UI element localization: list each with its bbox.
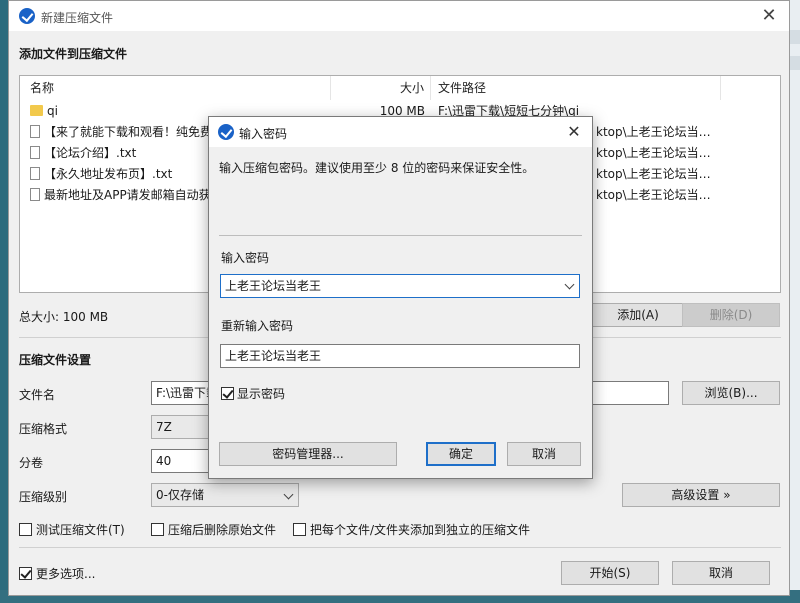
- row-path: ktop\上老王论坛当…: [596, 188, 711, 202]
- level-select-value: 0-仅存储: [156, 488, 204, 502]
- ok-button[interactable]: 确定: [426, 442, 496, 466]
- test-archive-label: 测试压缩文件(T): [36, 523, 125, 537]
- format-select-value: 7Z: [156, 420, 172, 434]
- password-input[interactable]: 上老王论坛当老王: [220, 274, 580, 298]
- dialog-titlebar: 输入密码 ✕: [209, 117, 592, 147]
- column-header-size[interactable]: 大小: [400, 76, 424, 100]
- table-row[interactable]: 【永久地址发布页】.txt: [30, 164, 172, 184]
- delete-button[interactable]: 删除(D): [682, 303, 780, 327]
- more-options-checkbox[interactable]: [19, 567, 32, 580]
- cancel-button[interactable]: 取消: [672, 561, 770, 585]
- password-input-value: 上老王论坛当老王: [225, 279, 322, 293]
- table-row[interactable]: 最新地址及APP请发邮箱自动获: [30, 185, 211, 205]
- window-titlebar: 新建压缩文件 ✕: [9, 1, 789, 31]
- settings-section-title: 压缩文件设置: [19, 353, 92, 367]
- file-icon: [30, 146, 40, 159]
- row-path: ktop\上老王论坛当…: [596, 125, 711, 139]
- start-button[interactable]: 开始(S): [561, 561, 659, 585]
- row-path: ktop\上老王论坛当…: [596, 167, 711, 181]
- password-label: 输入密码: [221, 251, 270, 265]
- row-name: qi: [47, 104, 58, 118]
- show-password-checkbox[interactable]: [221, 387, 234, 400]
- file-icon: [30, 125, 40, 138]
- show-password-label: 显示密码: [237, 387, 286, 401]
- confirm-password-input[interactable]: 上老王论坛当老王: [220, 344, 580, 368]
- table-row[interactable]: 【来了就能下载和观看！纯免费: [30, 122, 212, 142]
- dialog-close-icon[interactable]: ✕: [562, 120, 586, 144]
- row-name: 【永久地址发布页】.txt: [44, 167, 173, 181]
- table-row[interactable]: 【论坛介绍】.txt: [30, 143, 136, 163]
- filename-label: 文件名: [19, 388, 56, 402]
- file-icon: [30, 167, 40, 180]
- add-button[interactable]: 添加(A): [587, 303, 689, 327]
- test-archive-checkbox[interactable]: [19, 523, 32, 536]
- password-dialog: 输入密码 ✕ 输入压缩包密码。建议使用至少 8 位的密码来保证安全性。 输入密码…: [208, 116, 593, 479]
- dialog-cancel-button[interactable]: 取消: [507, 442, 581, 466]
- column-header-name[interactable]: 名称: [30, 76, 54, 100]
- row-name: 最新地址及APP请发邮箱自动获: [44, 188, 211, 202]
- browse-button[interactable]: 浏览(B)...: [682, 381, 780, 405]
- separate-archives-label: 把每个文件/文件夹添加到独立的压缩文件: [310, 523, 531, 537]
- desktop-background-right: [790, 0, 800, 603]
- separate-archives-checkbox[interactable]: [293, 523, 306, 536]
- more-options-label: 更多选项...: [36, 567, 96, 581]
- total-size-label: 总大小: 100 MB: [19, 310, 109, 324]
- window-title: 新建压缩文件: [41, 11, 114, 25]
- dialog-logo-icon: [218, 124, 234, 140]
- dialog-description: 输入压缩包密码。建议使用至少 8 位的密码来保证安全性。: [219, 161, 535, 175]
- add-section-title: 添加文件到压缩文件: [19, 47, 128, 61]
- window-close-icon[interactable]: ✕: [757, 4, 781, 28]
- level-select[interactable]: 0-仅存储: [151, 483, 299, 507]
- dialog-title: 输入密码: [239, 127, 288, 141]
- file-icon: [30, 188, 40, 201]
- split-label: 分卷: [19, 456, 44, 470]
- row-name: 【论坛介绍】.txt: [44, 146, 137, 160]
- app-logo-icon: [19, 8, 35, 24]
- delete-original-label: 压缩后删除原始文件: [168, 523, 277, 537]
- level-label: 压缩级别: [19, 490, 68, 504]
- row-name: 【来了就能下载和观看！纯免费: [44, 125, 213, 139]
- advanced-settings-button[interactable]: 高级设置 »: [622, 483, 780, 507]
- row-path: ktop\上老王论坛当…: [596, 146, 711, 160]
- dialog-header: 输入压缩包密码。建议使用至少 8 位的密码来保证安全性。: [209, 147, 592, 235]
- chevron-down-icon[interactable]: [564, 279, 575, 290]
- chevron-down-icon: [283, 489, 294, 500]
- delete-original-checkbox[interactable]: [151, 523, 164, 536]
- folder-icon: [30, 105, 43, 116]
- column-header-path[interactable]: 文件路径: [438, 76, 486, 100]
- format-label: 压缩格式: [19, 422, 68, 436]
- confirm-password-label: 重新输入密码: [221, 319, 294, 333]
- password-manager-button[interactable]: 密码管理器...: [219, 442, 397, 466]
